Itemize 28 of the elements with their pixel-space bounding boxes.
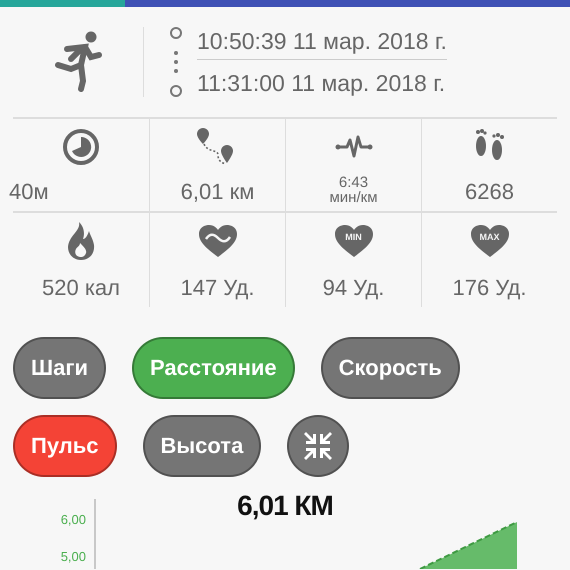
heart-icon: MAX (470, 224, 510, 258)
stat-value: 94 Уд. (322, 275, 384, 300)
heart-wave-icon (198, 224, 238, 258)
stat-value: 147 Уд. (180, 275, 255, 300)
flame-icon (65, 221, 97, 261)
pulse-wave-icon (334, 134, 372, 160)
filter-chip[interactable]: Пульс (13, 415, 116, 477)
stat-unit: мин/км (329, 190, 378, 205)
y-tick-label: 6,00 (60, 512, 86, 527)
stat-value: 520 кал (42, 275, 120, 300)
chart-title: 6,01 КМ (237, 489, 333, 523)
stat-value: 6268 (465, 179, 514, 204)
filter-chip[interactable]: Шаги (13, 337, 106, 399)
timeline-icon (169, 26, 183, 98)
stat-value: 176 Уд. (452, 275, 527, 300)
filter-chip[interactable]: Высота (142, 415, 262, 477)
stat-value: 40м (9, 179, 49, 204)
heart-icon: MIN (334, 224, 374, 258)
filter-chip[interactable]: Скорость (320, 337, 460, 399)
timer-icon (62, 128, 100, 166)
filter-chip[interactable]: Расстояние (132, 337, 295, 399)
end-time: 11:31:00 11 мар. 2018 г. (197, 68, 446, 98)
stat-value: 6,01 км (180, 179, 254, 204)
collapse-icon (302, 430, 334, 462)
stat-value: 6:43 (338, 175, 368, 190)
runner-icon (53, 31, 103, 93)
y-tick-label: 5,00 (60, 549, 86, 564)
start-time: 10:50:39 11 мар. 2018 г. (197, 24, 447, 60)
